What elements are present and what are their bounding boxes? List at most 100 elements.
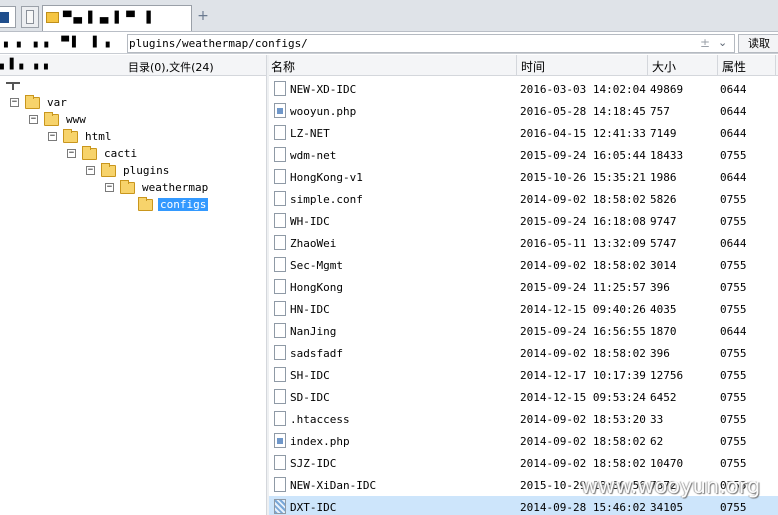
table-row[interactable]: sadsfadf 2014-09-02 18:58:02 396 0755 xyxy=(269,342,778,364)
file-icon xyxy=(274,235,286,250)
column-divider[interactable] xyxy=(516,55,517,76)
table-row[interactable]: simple.conf 2014-09-02 18:58:02 5826 0755 xyxy=(269,188,778,210)
file-size: 10470 xyxy=(650,457,684,470)
table-row[interactable]: LZ-NET 2016-04-15 12:41:33 7149 0644 xyxy=(269,122,778,144)
file-icon xyxy=(274,169,286,184)
file-list-pane: 名称 时间 大小 属性 NEW-XD-IDC 2016-03-03 14:02:0… xyxy=(269,55,778,515)
file-time: 2014-09-28 15:46:02 xyxy=(520,501,646,514)
file-time: 2015-09-24 16:05:44 xyxy=(520,149,646,162)
file-size: 757 xyxy=(650,105,670,118)
file-permission: 0644 xyxy=(720,237,747,250)
collapse-toggle[interactable]: − xyxy=(105,183,114,192)
file-icon xyxy=(274,257,286,272)
file-size: 34105 xyxy=(650,501,684,514)
directory-tree-pane: ▖▌▖ ▖▖ 目录(0),文件(24) − var − www − html −… xyxy=(0,55,266,515)
folder-icon xyxy=(25,95,40,109)
file-permission: 0755 xyxy=(720,259,747,272)
file-icon xyxy=(274,323,286,338)
file-time: 2015-09-24 16:18:08 xyxy=(520,215,646,228)
file-name: .htaccess xyxy=(290,413,350,426)
file-permission: 0755 xyxy=(720,391,747,404)
file-time: 2014-09-02 18:58:02 xyxy=(520,435,646,448)
table-row[interactable]: NEW-XD-IDC 2016-03-03 14:02:04 49869 0644 xyxy=(269,78,778,100)
item-count-summary: 目录(0),文件(24) xyxy=(128,61,214,74)
table-row[interactable]: HongKong-v1 2015-10-26 15:35:21 1986 0644 xyxy=(269,166,778,188)
collapse-toggle[interactable]: − xyxy=(86,166,95,175)
column-divider[interactable] xyxy=(775,55,776,76)
table-row[interactable]: DXT-IDC 2014-09-28 15:46:02 34105 0755 xyxy=(269,496,778,515)
path-value: plugins/weathermap/configs/ xyxy=(129,37,308,50)
file-name: Sec-Mgmt xyxy=(290,259,343,272)
tab-title: ▀▄▐ ▄▐ ▀ ▐ xyxy=(63,11,153,24)
folder-icon xyxy=(101,163,116,177)
file-icon xyxy=(274,477,286,492)
file-size: 5826 xyxy=(650,193,677,206)
file-size: 7149 xyxy=(650,127,677,140)
collapse-toggle[interactable]: − xyxy=(67,149,76,158)
path-input[interactable]: plugins/weathermap/configs/ ± ⌄ xyxy=(127,34,735,53)
tab-file-manager[interactable]: ▀▄▐ ▄▐ ▀ ▐ xyxy=(42,5,192,31)
table-row[interactable]: HongKong 2015-09-24 11:25:57 396 0755 xyxy=(269,276,778,298)
php-file-icon xyxy=(274,433,286,448)
file-size: 4035 xyxy=(650,303,677,316)
tab-0[interactable] xyxy=(0,6,16,28)
table-row[interactable]: SH-IDC 2014-12-17 10:17:39 12756 0755 xyxy=(269,364,778,386)
file-size: 396 xyxy=(650,347,670,360)
plus-minus-icon[interactable]: ± xyxy=(700,36,710,50)
file-time: 2016-05-11 13:32:09 xyxy=(520,237,646,250)
column-divider[interactable] xyxy=(647,55,648,76)
table-row[interactable]: wdm-net 2015-09-24 16:05:44 18433 0755 xyxy=(269,144,778,166)
file-name: SD-IDC xyxy=(290,391,330,404)
table-row[interactable]: NanJing 2015-09-24 16:56:55 1870 0644 xyxy=(269,320,778,342)
file-time: 2014-12-17 10:17:39 xyxy=(520,369,646,382)
file-time: 2014-09-02 18:58:02 xyxy=(520,259,646,272)
table-row[interactable]: index.php 2014-09-02 18:58:02 62 0755 xyxy=(269,430,778,452)
file-size: 18433 xyxy=(650,149,684,162)
file-name: simple.conf xyxy=(290,193,363,206)
column-header-size[interactable]: 大小 xyxy=(652,58,676,74)
file-permission: 0644 xyxy=(720,325,747,338)
chevron-down-icon[interactable]: ⌄ xyxy=(718,36,727,49)
folder-icon xyxy=(44,112,59,126)
read-button[interactable]: 读取 xyxy=(738,34,778,53)
collapse-toggle[interactable]: − xyxy=(10,98,19,107)
address-label: ▗ ▖ ▖▖ ▀▌ ▐ ▖ xyxy=(0,37,117,48)
file-size: 9747 xyxy=(650,215,677,228)
table-row[interactable]: .htaccess 2014-09-02 18:53:20 33 0755 xyxy=(269,408,778,430)
file-name: SH-IDC xyxy=(290,369,330,382)
file-permission: 0755 xyxy=(720,347,747,360)
table-row[interactable]: WH-IDC 2015-09-24 16:18:08 9747 0755 xyxy=(269,210,778,232)
file-size: 33 xyxy=(650,413,664,426)
table-row[interactable]: SJZ-IDC 2014-09-02 18:58:02 10470 0755 xyxy=(269,452,778,474)
file-icon xyxy=(274,301,286,316)
table-row[interactable]: Sec-Mgmt 2014-09-02 18:58:02 3014 0755 xyxy=(269,254,778,276)
file-icon xyxy=(274,279,286,294)
root-node-icon[interactable] xyxy=(6,82,20,90)
file-size: 396 xyxy=(650,281,670,294)
table-row[interactable]: SD-IDC 2014-12-15 09:53:24 6452 0755 xyxy=(269,386,778,408)
column-header-name[interactable]: 名称 xyxy=(271,58,295,74)
tree-node-label: var xyxy=(47,96,67,109)
new-tab-button[interactable]: + xyxy=(196,8,210,24)
file-size: 5747 xyxy=(650,237,677,250)
folder-icon xyxy=(120,180,135,194)
file-time: 2015-09-24 16:56:55 xyxy=(520,325,646,338)
file-name: HN-IDC xyxy=(290,303,330,316)
image-file-icon xyxy=(274,499,286,514)
table-row[interactable]: wooyun.php 2016-05-28 14:18:45 757 0644 xyxy=(269,100,778,122)
tree-header: ▖▌▖ ▖▖ 目录(0),文件(24) xyxy=(0,55,266,76)
column-divider[interactable] xyxy=(717,55,718,76)
column-header-time[interactable]: 时间 xyxy=(521,58,545,74)
file-time: 2014-12-15 09:53:24 xyxy=(520,391,646,404)
table-row[interactable]: ZhaoWei 2016-05-11 13:32:09 5747 0644 xyxy=(269,232,778,254)
collapse-toggle[interactable]: − xyxy=(48,132,57,141)
column-header-perm[interactable]: 属性 xyxy=(722,58,746,74)
file-name: index.php xyxy=(290,435,350,448)
tab-1[interactable] xyxy=(21,6,39,28)
table-row[interactable]: HN-IDC 2014-12-15 09:40:26 4035 0755 xyxy=(269,298,778,320)
collapse-toggle[interactable]: − xyxy=(29,115,38,124)
file-permission: 0755 xyxy=(720,281,747,294)
file-icon xyxy=(274,213,286,228)
file-name: sadsfadf xyxy=(290,347,343,360)
watermark: www.wooyun.org xyxy=(581,474,761,498)
